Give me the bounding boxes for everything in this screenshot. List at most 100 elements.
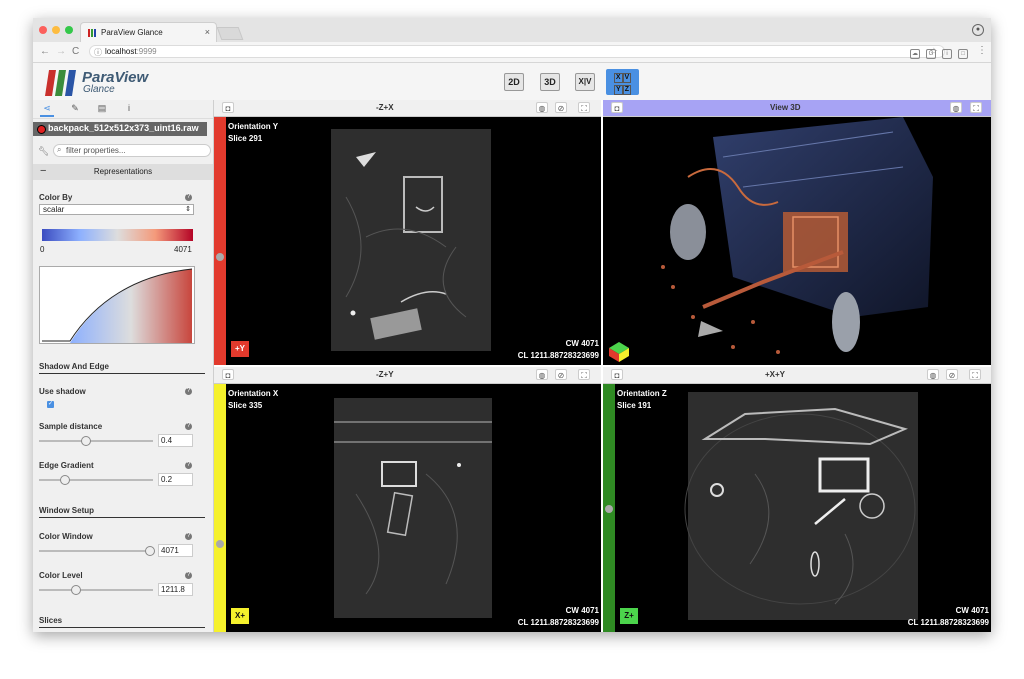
view-3d[interactable]: ◘ View 3D ◍ ⛶ — [603, 100, 991, 365]
slider-handle[interactable] — [81, 436, 92, 446]
help-icon[interactable]: ? — [185, 533, 192, 540]
color-level-label: Color Level — [39, 571, 83, 580]
color-window-readout: CW 4071 — [955, 606, 989, 615]
control-sidebar: ⋖ ✎ ▤ i backpack_512x512x373_uint16.raw … — [33, 100, 214, 632]
layout-3d-button[interactable]: 3D — [540, 73, 560, 91]
edge-gradient-slider[interactable] — [39, 475, 153, 485]
slice-image-z — [684, 392, 918, 620]
reset-camera-icon[interactable]: ⛶ — [970, 102, 982, 113]
orientation-cube-icon[interactable] — [607, 336, 633, 362]
axis-button-z[interactable]: Z+ — [620, 608, 638, 624]
url-port: :9999 — [136, 47, 157, 56]
extension-g-icon[interactable]: G — [926, 49, 936, 59]
profile-icon[interactable]: ● — [972, 24, 984, 36]
color-window-slider[interactable] — [39, 546, 155, 556]
view-resize-handle[interactable] — [216, 540, 224, 548]
layout-2d-button[interactable]: 2D — [504, 73, 524, 91]
slider-handle[interactable] — [145, 546, 155, 556]
slice-label: Slice 291 — [228, 134, 263, 143]
view-slice-x[interactable]: ◘ -Z+Y ◍ ⊘ ⛶ Orientation X Slice 335 CW … — [214, 367, 601, 632]
view-toolbar: ◘ -Z+Y ◍ ⊘ ⛶ — [214, 367, 601, 384]
color-by-select[interactable]: scalar ⇕ — [39, 204, 194, 215]
view-color-stripe — [214, 117, 226, 365]
extension-cloud-icon[interactable]: ☁ — [910, 49, 920, 59]
globe-icon[interactable]: ◍ — [536, 102, 548, 113]
browser-tab[interactable]: ParaView Glance × — [80, 22, 217, 42]
app-logo-subtitle: Glance — [83, 84, 115, 95]
view-slice-z[interactable]: ◘ +X+Y ◍ ⊘ ⛶ Orientation Z Slice 191 CW … — [603, 367, 991, 632]
new-tab-button[interactable] — [216, 27, 244, 40]
extension-box-icon[interactable]: □ — [958, 49, 968, 59]
edge-gradient-input[interactable]: 0.2 — [158, 473, 193, 486]
screenshot-icon[interactable]: ◘ — [611, 369, 623, 380]
slider-handle[interactable] — [60, 475, 71, 485]
view-title: +X+Y — [765, 370, 786, 379]
reload-icon[interactable]: C — [72, 46, 79, 57]
tab-close-icon[interactable]: × — [205, 27, 210, 37]
view-resize-handle[interactable] — [605, 505, 613, 513]
slider-handle[interactable] — [70, 585, 81, 595]
browser-menu-icon[interactable]: ⋮ — [977, 45, 987, 56]
maximize-window-button[interactable] — [65, 26, 73, 34]
forward-icon[interactable]: → — [56, 46, 66, 57]
globe-icon[interactable]: ◍ — [927, 369, 939, 380]
info-tab-icon[interactable]: i — [122, 103, 136, 115]
representations-title: Representations — [93, 167, 153, 176]
compass-icon[interactable]: ⊘ — [555, 102, 567, 113]
extension-info-icon[interactable]: i — [942, 49, 952, 59]
close-window-button[interactable] — [39, 26, 47, 34]
layout-quad-button[interactable]: XV YZ — [606, 69, 639, 95]
globe-icon[interactable]: ◍ — [950, 102, 962, 113]
reset-camera-icon[interactable]: ⛶ — [578, 102, 590, 113]
edge-gradient-label: Edge Gradient — [39, 461, 94, 470]
files-tab-icon[interactable]: ▤ — [95, 103, 109, 115]
color-level-input[interactable]: 1211.8 — [158, 583, 193, 596]
use-shadow-checkbox[interactable]: ✓ — [47, 401, 54, 408]
globe-icon[interactable]: ◍ — [536, 369, 548, 380]
view-resize-handle[interactable] — [216, 253, 224, 261]
shadow-edge-title: Shadow And Edge — [39, 362, 205, 374]
axis-button-y[interactable]: +Y — [231, 341, 249, 357]
info-icon[interactable]: ⓘ — [94, 47, 102, 58]
help-icon[interactable]: ? — [185, 572, 192, 579]
sample-distance-input[interactable]: 0.4 — [158, 434, 193, 447]
help-icon[interactable]: ? — [185, 462, 192, 469]
slice-label: Slice 335 — [228, 401, 263, 410]
color-window-input[interactable]: 4071 — [158, 544, 193, 557]
paraview-tab-icon — [88, 29, 96, 37]
colormap-gradient[interactable] — [42, 229, 193, 241]
edit-tab-icon[interactable]: ✎ — [68, 103, 82, 115]
dataset-item[interactable]: backpack_512x512x373_uint16.raw — [33, 122, 207, 136]
back-icon[interactable]: ← — [40, 46, 50, 57]
help-icon[interactable]: ? — [185, 194, 192, 201]
opacity-function-editor[interactable] — [39, 266, 195, 344]
slice-label: Slice 191 — [617, 401, 652, 410]
help-icon[interactable]: ? — [185, 388, 192, 395]
sample-distance-slider[interactable] — [39, 436, 153, 446]
slice-image-x — [334, 398, 492, 618]
url-field[interactable]: ⓘ localhost:9999 ☆ — [89, 45, 945, 58]
color-by-label: Color By — [39, 193, 73, 202]
help-icon[interactable]: ? — [185, 423, 192, 430]
view-slice-y[interactable]: ◘ -Z+X ◍ ⊘ ⛶ Orientation Y Slice 291 CW … — [214, 100, 601, 365]
filter-properties-input[interactable]: ⌕ filter properties... — [53, 144, 211, 157]
reset-camera-icon[interactable]: ⛶ — [969, 369, 981, 380]
reset-camera-icon[interactable]: ⛶ — [578, 369, 590, 380]
compass-icon[interactable]: ⊘ — [946, 369, 958, 380]
screenshot-icon[interactable]: ◘ — [222, 369, 234, 380]
color-window-readout: CW 4071 — [565, 339, 599, 348]
visibility-toggle-icon[interactable] — [37, 125, 46, 134]
orientation-label: Orientation X — [228, 389, 279, 398]
color-level-readout: CL 1211.88728323699 — [517, 618, 599, 627]
layout-split-button[interactable]: X|V — [575, 73, 595, 91]
minimize-window-button[interactable] — [52, 26, 60, 34]
pipeline-tab-icon[interactable]: ⋖ — [40, 103, 54, 117]
axis-button-x[interactable]: X+ — [231, 608, 249, 624]
color-level-slider[interactable] — [39, 585, 153, 595]
screenshot-icon[interactable]: ◘ — [222, 102, 234, 113]
view-title: -Z+X — [376, 103, 394, 112]
search-icon: ⌕ — [57, 145, 62, 154]
representations-header[interactable]: − Representations — [33, 164, 213, 180]
screenshot-icon[interactable]: ◘ — [611, 102, 623, 113]
compass-icon[interactable]: ⊘ — [555, 369, 567, 380]
